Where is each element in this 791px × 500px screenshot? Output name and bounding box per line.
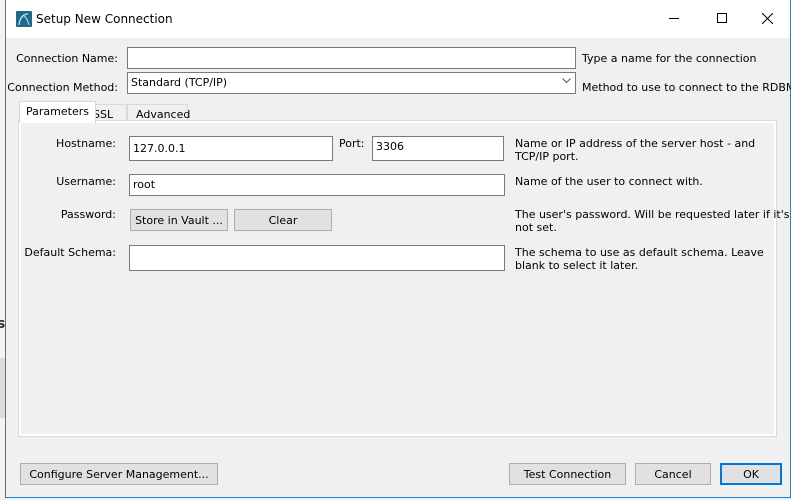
password-help-line2: not set. xyxy=(515,221,557,234)
connection-method-label: Connection Method: xyxy=(7,81,118,94)
default-schema-label: Default Schema: xyxy=(24,246,116,259)
close-button[interactable] xyxy=(744,0,790,36)
port-label: Port: xyxy=(339,137,365,150)
close-icon xyxy=(761,12,773,24)
port-input[interactable]: 3306 xyxy=(372,136,504,161)
connection-method-select[interactable]: Standard (TCP/IP) xyxy=(127,72,576,94)
maximize-button[interactable] xyxy=(699,0,745,36)
connection-method-value: Standard (TCP/IP) xyxy=(131,76,228,89)
test-connection-button[interactable]: Test Connection xyxy=(509,463,626,485)
clear-password-button[interactable]: Clear xyxy=(234,209,332,231)
hostname-help: Name or IP address of the server host - … xyxy=(515,137,755,163)
password-label: Password: xyxy=(60,208,116,221)
store-in-vault-button[interactable]: Store in Vault ... xyxy=(130,209,228,231)
username-input[interactable]: root xyxy=(129,174,505,196)
title-bar[interactable]: Setup New Connection xyxy=(6,0,790,38)
tab-advanced-label: Advanced xyxy=(136,108,191,121)
window-title: Setup New Connection xyxy=(36,12,173,26)
default-schema-help-line2: blank to select it later. xyxy=(515,259,639,272)
default-schema-input[interactable] xyxy=(129,245,505,271)
minimize-button[interactable] xyxy=(651,0,697,36)
hostname-label: Hostname: xyxy=(56,137,116,150)
username-help: Name of the user to connect with. xyxy=(515,175,703,188)
ok-button[interactable]: OK xyxy=(720,463,782,485)
connection-method-help: Method to use to connect to the RDBMS xyxy=(582,81,791,94)
hostname-help-line2: TCP/IP port. xyxy=(515,150,579,163)
tab-parameters[interactable]: Parameters xyxy=(19,101,96,123)
maximize-icon xyxy=(717,13,727,23)
tab-parameters-label: Parameters xyxy=(26,105,89,118)
minimize-icon xyxy=(669,18,679,19)
hostname-input[interactable]: 127.0.0.1 xyxy=(129,136,333,161)
chevron-down-icon xyxy=(562,78,571,84)
default-schema-help-line1: The schema to use as default schema. Lea… xyxy=(515,246,764,259)
mysql-workbench-icon xyxy=(16,11,32,27)
connection-name-input[interactable] xyxy=(127,47,576,69)
hostname-help-line1: Name or IP address of the server host - … xyxy=(515,137,756,150)
password-help: The user's password. Will be requested l… xyxy=(515,208,789,234)
parameters-panel xyxy=(18,120,777,437)
configure-server-management-button[interactable]: Configure Server Management... xyxy=(20,463,218,485)
cancel-button[interactable]: Cancel xyxy=(635,463,711,485)
connection-name-label: Connection Name: xyxy=(16,52,118,65)
default-schema-help: The schema to use as default schema. Lea… xyxy=(515,246,764,272)
tab-ssl-label: SSL xyxy=(93,108,114,121)
setup-connection-dialog: Setup New Connection Connection Name: Ty… xyxy=(5,0,791,498)
connection-name-help: Type a name for the connection xyxy=(582,52,757,65)
username-label: Username: xyxy=(56,175,116,188)
password-help-line1: The user's password. Will be requested l… xyxy=(515,208,790,221)
